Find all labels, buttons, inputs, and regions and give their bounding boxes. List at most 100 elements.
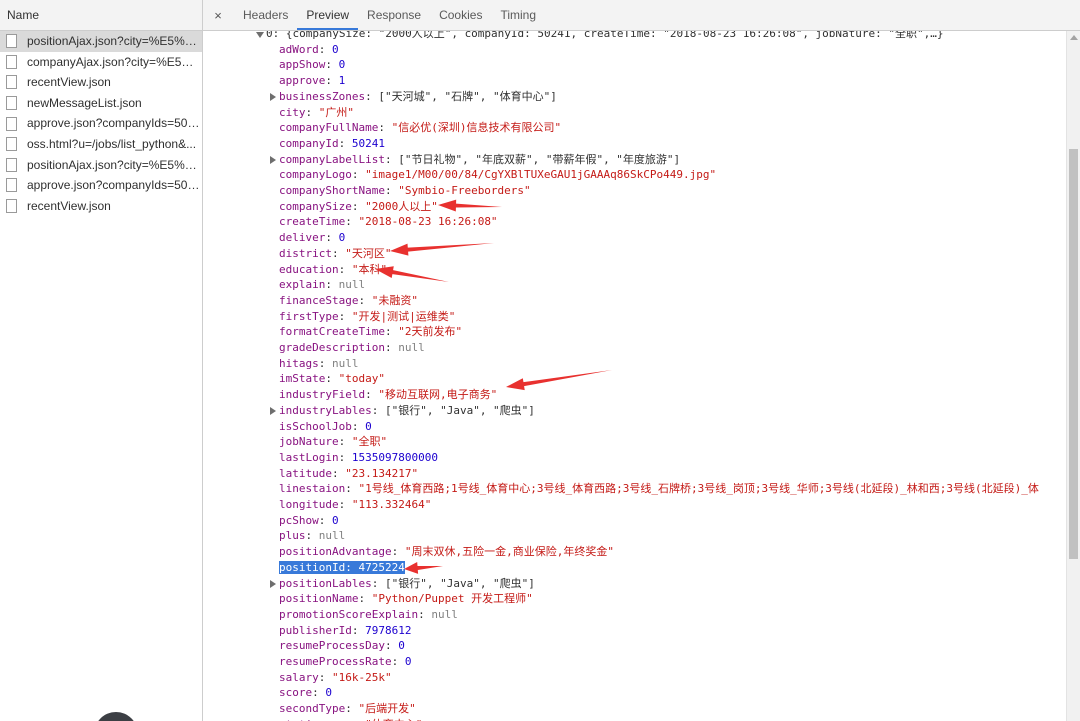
json-preview-tree[interactable]: 0: {companySize: "2000人以上", companyId: 5… — [203, 31, 1066, 721]
json-field-row[interactable]: resumeProcessDay: 0 — [279, 638, 405, 654]
tab-headers[interactable]: Headers — [234, 0, 297, 30]
request-list-item[interactable]: approve.json?companyIds=502... — [0, 175, 202, 196]
field-separator: : — [365, 89, 379, 103]
scroll-up-icon[interactable] — [1070, 35, 1078, 40]
close-icon[interactable]: × — [211, 8, 225, 23]
json-field-row[interactable]: financeStage: "未融资" — [279, 293, 418, 309]
json-field-row[interactable]: explain: null — [279, 277, 365, 293]
json-field-row[interactable]: adWord: 0 — [279, 42, 339, 58]
field-key: approve — [279, 74, 326, 88]
json-field-row[interactable]: companyLabelList: ["节日礼物", "年底双薪", "带薪年假… — [270, 152, 681, 168]
request-list-item[interactable]: recentView.json — [0, 72, 202, 93]
field-separator: : — [345, 482, 359, 496]
json-field-row[interactable]: stationname: "体育中心" — [279, 717, 422, 721]
json-field-row[interactable]: positionId: 4725224 — [279, 560, 405, 576]
field-content: companyFullName: "信必优(深圳)信息技术有限公司" — [279, 121, 561, 134]
field-content: gradeDescription: null — [279, 341, 425, 354]
tab-preview[interactable]: Preview — [297, 0, 359, 30]
json-field-row[interactable]: hitags: null — [279, 356, 359, 372]
field-value: ["天河城", "石牌", "体育中心"] — [378, 89, 557, 103]
json-field-row[interactable]: linestaion: "1号线_体育西路;1号线_体育中心;3号线_体育西路;… — [279, 481, 1039, 497]
tab-response[interactable]: Response — [358, 0, 430, 30]
json-field-row[interactable]: isSchoolJob: 0 — [279, 419, 372, 435]
json-field-row[interactable]: businessZones: ["天河城", "石牌", "体育中心"] — [270, 89, 557, 105]
field-value: "Symbio-Freeborders" — [398, 184, 531, 197]
field-key: firstType — [279, 309, 339, 323]
json-field-row[interactable]: gradeDescription: null — [279, 340, 425, 356]
field-separator: : — [338, 450, 352, 464]
json-field-row[interactable]: companyLogo: "image1/M00/00/84/CgYXBlTUX… — [279, 167, 716, 183]
field-value: 7978612 — [365, 623, 412, 637]
json-field-row[interactable]: secondType: "后端开发" — [279, 701, 416, 717]
json-field-row[interactable]: city: "广州" — [279, 105, 354, 121]
request-list-item[interactable]: newMessageList.json — [0, 93, 202, 114]
file-icon — [6, 137, 17, 152]
json-field-row[interactable]: plus: null — [279, 528, 345, 544]
collapse-triangle-icon[interactable] — [270, 406, 276, 415]
json-field-row[interactable]: score: 0 — [279, 685, 332, 701]
vertical-scrollbar[interactable] — [1066, 31, 1080, 721]
json-field-row[interactable]: publisherId: 7978612 — [279, 623, 411, 639]
field-key: positionLables — [279, 576, 372, 590]
expand-triangle-icon[interactable] — [256, 32, 264, 38]
field-value: "移动互联网,电子商务" — [378, 388, 498, 402]
scrollbar-thumb[interactable] — [1069, 149, 1078, 559]
json-field-row[interactable]: approve: 1 — [279, 73, 345, 89]
collapse-triangle-icon[interactable] — [270, 579, 276, 588]
json-field-row[interactable]: lastLogin: 1535097800000 — [279, 450, 438, 466]
json-field-row[interactable]: positionLables: ["银行", "Java", "爬虫"] — [270, 576, 535, 592]
request-list-item[interactable]: positionAjax.json?city=%E5%B... — [0, 155, 202, 176]
field-value: ["节日礼物", "年底双薪", "带薪年假", "年度旅游"] — [398, 152, 681, 166]
json-field-row[interactable]: longitude: "113.332464" — [279, 497, 431, 513]
collapse-triangle-icon[interactable] — [270, 155, 276, 164]
request-list-item[interactable]: approve.json?companyIds=502... — [0, 113, 202, 134]
field-key: businessZones — [279, 89, 366, 103]
json-field-row[interactable]: positionAdvantage: "周末双休,五险一金,商业保险,年终奖金" — [279, 544, 614, 560]
field-value: 0 — [332, 42, 339, 56]
json-field-row[interactable]: companyShortName: "Symbio-Freeborders" — [279, 183, 531, 199]
request-list-item[interactable]: oss.html?u=/jobs/list_python&... — [0, 134, 202, 155]
field-content: positionAdvantage: "周末双休,五险一金,商业保险,年终奖金" — [279, 545, 614, 558]
json-field-row[interactable]: promotionScoreExplain: null — [279, 607, 458, 623]
json-field-row[interactable]: companySize: "2000人以上" — [279, 199, 438, 215]
request-name: recentView.json — [27, 75, 111, 90]
field-value: 50241 — [351, 136, 385, 150]
json-field-row[interactable]: companyId: 50241 — [279, 136, 385, 152]
json-field-row[interactable]: resumeProcessRate: 0 — [279, 654, 411, 670]
field-value: 0 — [404, 655, 412, 668]
tab-timing[interactable]: Timing — [491, 0, 545, 30]
field-separator: : — [338, 435, 352, 449]
json-object-summary[interactable]: 0: {companySize: "2000人以上", companyId: 5… — [256, 31, 944, 42]
json-field-row[interactable]: deliver: 0 — [279, 230, 345, 246]
json-field-row[interactable]: formatCreateTime: "2天前发布" — [279, 324, 462, 340]
json-field-row[interactable]: pcShow: 0 — [279, 513, 339, 529]
field-key: gradeDescription — [279, 341, 385, 354]
json-field-row[interactable]: appShow: 0 — [279, 57, 345, 73]
json-field-row[interactable]: district: "天河区" — [279, 246, 391, 262]
name-column-header[interactable]: Name — [0, 0, 202, 31]
json-field-row[interactable]: industryField: "移动互联网,电子商务" — [279, 387, 497, 403]
request-list-item[interactable]: companyAjax.json?city=%E5%... — [0, 52, 202, 73]
tab-cookies[interactable]: Cookies — [430, 0, 491, 30]
collapse-triangle-icon[interactable] — [270, 92, 276, 101]
field-content: createTime: "2018-08-23 16:26:08" — [279, 215, 498, 228]
field-key: salary — [279, 670, 319, 684]
json-field-row[interactable]: positionName: "Python/Puppet 开发工程师" — [279, 591, 533, 607]
json-field-row[interactable]: imState: "today" — [279, 371, 385, 387]
json-field-row[interactable]: jobNature: "全职" — [279, 434, 387, 450]
field-separator: : — [318, 356, 332, 370]
field-value: "广州" — [318, 105, 354, 119]
field-content: explain: null — [279, 278, 365, 291]
json-field-row[interactable]: education: "本科" — [279, 262, 387, 278]
field-separator: : — [351, 419, 366, 433]
json-field-row[interactable]: companyFullName: "信必优(深圳)信息技术有限公司" — [279, 120, 561, 136]
request-name: recentView.json — [27, 198, 111, 213]
json-field-row[interactable]: industryLables: ["银行", "Java", "爬虫"] — [270, 403, 535, 419]
request-list-item[interactable]: recentView.json — [0, 196, 202, 217]
request-list-item[interactable]: positionAjax.json?city=%E5%B... — [0, 31, 202, 52]
json-field-row[interactable]: latitude: "23.134217" — [279, 466, 418, 482]
request-name: companyAjax.json?city=%E5%... — [27, 54, 202, 69]
json-field-row[interactable]: salary: "16k-25k" — [279, 670, 392, 686]
json-field-row[interactable]: createTime: "2018-08-23 16:26:08" — [279, 214, 498, 230]
json-field-row[interactable]: firstType: "开发|测试|运维类" — [279, 309, 455, 325]
